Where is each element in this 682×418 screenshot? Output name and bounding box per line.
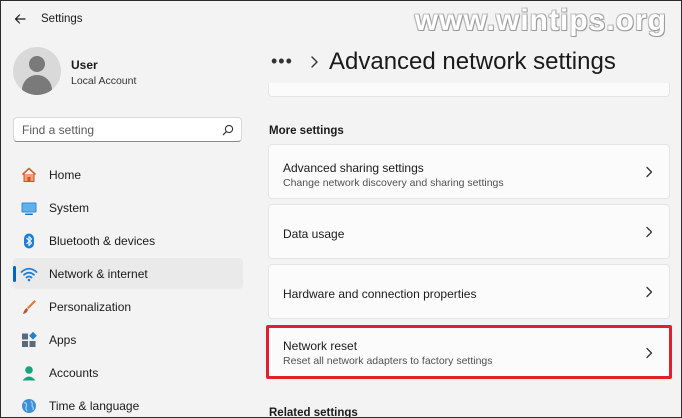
sidebar-item-label: Home (49, 168, 82, 182)
search-box[interactable] (13, 117, 242, 142)
sidebar-nav: Home System Bluetooth & devices Network … (13, 159, 243, 417)
back-arrow-icon (14, 14, 26, 24)
section-heading-more-settings: More settings (269, 125, 344, 137)
sidebar-item-home[interactable]: Home (13, 159, 243, 190)
account-type: Local Account (71, 75, 137, 87)
page-title: Advanced network settings (329, 48, 616, 75)
sidebar-item-label: Time & language (49, 399, 140, 413)
sidebar-item-label: Network & internet (49, 267, 148, 281)
avatar (13, 47, 61, 95)
system-icon (21, 202, 37, 215)
sidebar-item-time-language[interactable]: Time & language (13, 390, 243, 417)
sidebar-item-label: Apps (49, 333, 77, 347)
chevron-right-icon (646, 347, 653, 359)
sidebar-item-label: Bluetooth & devices (49, 234, 156, 248)
user-name: User (71, 58, 98, 72)
sidebar-item-personalization[interactable]: Personalization (13, 291, 243, 322)
watermark: www.wintips.org (414, 4, 667, 37)
card-title: Data usage (283, 227, 345, 241)
bluetooth-icon (24, 233, 34, 249)
card-title: Advanced sharing settings (283, 161, 424, 175)
chevron-right-icon (646, 226, 653, 238)
previous-card (268, 83, 670, 97)
chevron-right-icon (646, 166, 653, 178)
brush-icon (23, 300, 36, 314)
search-input[interactable] (22, 122, 212, 138)
card-subtitle: Reset all network adapters to factory se… (283, 355, 493, 367)
title-bar: Settings www.wintips.org (1, 1, 681, 37)
search-icon[interactable] (222, 124, 234, 136)
sidebar-item-accounts[interactable]: Accounts (13, 357, 243, 388)
advanced-sharing-settings-card[interactable]: Advanced sharing settings Change network… (268, 144, 670, 199)
card-title: Hardware and connection properties (283, 287, 477, 301)
home-icon (21, 167, 37, 182)
sidebar-item-system[interactable]: System (13, 192, 243, 223)
back-button[interactable] (11, 10, 29, 28)
accounts-icon (22, 366, 36, 381)
section-heading-related-settings: Related settings (269, 407, 358, 418)
wifi-icon (20, 267, 38, 282)
data-usage-card[interactable]: Data usage (268, 204, 670, 259)
network-reset-card[interactable]: Network reset Reset all network adapters… (268, 326, 670, 378)
sidebar-item-label: Personalization (49, 300, 132, 314)
sidebar-item-network[interactable]: Network & internet (13, 258, 243, 289)
sidebar-item-label: Accounts (49, 366, 99, 380)
card-title: Network reset (283, 339, 358, 353)
sidebar-item-bluetooth[interactable]: Bluetooth & devices (13, 225, 243, 256)
sidebar-item-apps[interactable]: Apps (13, 324, 243, 355)
card-subtitle: Change network discovery and sharing set… (283, 177, 504, 189)
settings-window: Settings www.wintips.org User Local Acco… (0, 0, 682, 418)
app-title: Settings (41, 13, 83, 25)
hardware-connection-properties-card[interactable]: Hardware and connection properties (268, 264, 670, 319)
sidebar-item-label: System (49, 201, 90, 215)
apps-icon (22, 331, 37, 347)
chevron-right-icon (311, 56, 318, 68)
globe-icon (22, 399, 36, 413)
chevron-right-icon (646, 286, 653, 298)
breadcrumb: ••• Advanced network settings (269, 45, 669, 79)
breadcrumb-more-button[interactable]: ••• (271, 51, 293, 72)
user-profile[interactable]: User Local Account (13, 47, 233, 107)
